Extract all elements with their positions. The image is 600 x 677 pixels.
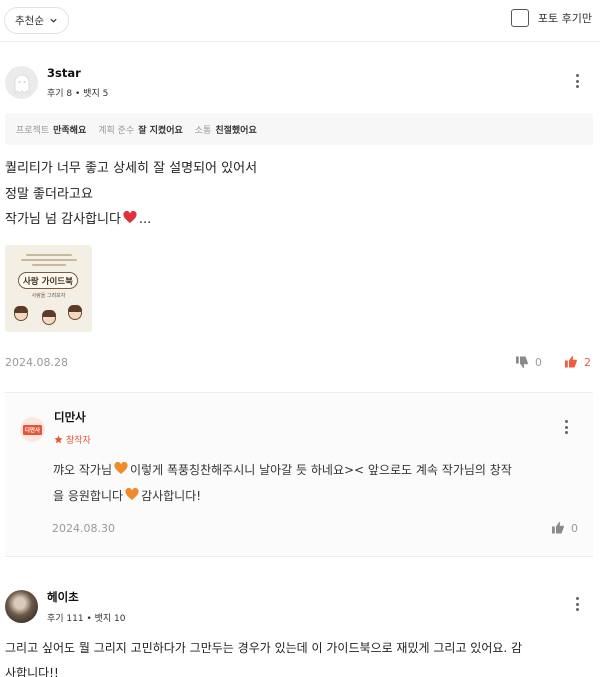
heart-icon [114,462,128,474]
review-body-line: 작가님 넘 감사합니다... [5,211,152,227]
photo-illustration [10,304,87,330]
reply-like-button[interactable]: 0 [551,521,578,535]
more-vertical-icon [564,420,568,423]
review-photo-thumbnail[interactable]: 사랑 가이드북 사랑을 그려보자 [5,245,92,332]
reply-body-line: 을 응원합니다 감사합니다! [53,487,202,503]
reply-like-count: 0 [571,521,578,535]
thumbs-down-icon [516,356,528,368]
avatar[interactable] [5,66,38,99]
review-ratings: 프로젝트 만족해요 계획 준수 잘 지켰어요 소통 친절했어요 [5,113,593,145]
review-meta: 2024.08.28 0 2 [5,355,593,373]
more-options-button[interactable] [572,71,582,91]
rating-item: 계획 준수 잘 지켰어요 [98,125,183,136]
review-author-name[interactable]: 3star [47,66,108,80]
photo-only-checkbox[interactable] [510,9,529,27]
rating-item: 프로젝트 만족해요 [16,125,87,136]
photo-title: 사랑 가이드북 [18,272,78,289]
reply-more-options-button[interactable] [561,417,571,437]
reply-date: 2024.08.30 [52,522,115,535]
star-icon [54,435,63,444]
sort-label: 추천순 [15,15,44,27]
dislike-count: 0 [535,355,542,369]
review-body: 퀄리티가 너무 좋고 상세히 잘 설명되어 있어서 정말 좋더라고요 작가님 넘… [5,156,593,233]
heart-icon [123,211,137,223]
review-author-stats: 후기 111 • 뱃지 10 [47,614,126,624]
review-body-line: 정말 좋더라고요 [5,186,93,202]
review-votes: 0 2 [515,355,591,369]
reply-body: 꺄오 작가님 이렇게 폭풍칭찬해주시니 날아갈 듯 하네요>< 앞으로도 계속 작… [53,458,583,509]
reply-body-line: 꺄오 작가님 이렇게 폭풍칭찬해주시니 날아갈 듯 하네요>< 앞으로도 계속 작… [53,462,512,477]
more-options-button[interactable] [572,594,582,614]
default-avatar-icon [14,74,29,94]
creator-reply: 디만사 디만사 창작자 꺄오 작가님 이렇게 폭풍칭찬해주시니 날아갈 듯 하네요… [5,392,593,557]
chevron-down-icon [50,18,57,23]
creator-badge: 창작자 [54,433,91,446]
reply-meta: 2024.08.30 0 [52,521,580,539]
review-body-line: 그리고 싶어도 뭘 그리지 고민하다가 그만두는 경우가 있는데 이 가이드북으… [5,641,523,655]
thumbs-up-icon [552,522,564,534]
divider [0,41,600,42]
reply-author-header: 디만사 디만사 창작자 [20,409,91,446]
rating-item: 소통 친절했어요 [194,125,257,136]
heart-icon [125,487,139,500]
thumbs-up-icon [565,356,577,368]
reply-votes: 0 [551,521,578,535]
review-author-header: 3star 후기 8 • 뱃지 5 [5,66,108,99]
reply-author-name[interactable]: 디만사 [54,409,91,425]
avatar[interactable] [5,590,38,623]
photo-only-label: 포토 후기만 [537,12,592,25]
photo-decoration [20,251,78,267]
photo-only-filter[interactable]: 포토 후기만 [510,9,592,27]
photo-caption: 사랑을 그려보자 [31,293,66,299]
review-body-line: 사합니다!! [5,666,59,677]
like-button[interactable]: 2 [564,355,591,369]
review-toolbar: 추천순 포토 후기만 [0,0,600,42]
more-vertical-icon [575,74,579,77]
dislike-button[interactable]: 0 [515,355,542,369]
review-body: 그리고 싶어도 뭘 그리지 고민하다가 그만두는 경우가 있는데 이 가이드북으… [5,636,593,677]
review-author-stats: 후기 8 • 뱃지 5 [47,89,109,99]
like-count: 2 [584,355,591,369]
more-vertical-icon [575,597,579,600]
creator-logo[interactable]: 디만사 [20,417,45,442]
review-author-name[interactable]: 헤이초 [47,589,126,605]
review-author-header: 헤이초 후기 111 • 뱃지 10 [5,589,126,624]
review-date: 2024.08.28 [5,356,68,369]
sort-dropdown[interactable]: 추천순 [4,7,69,34]
review-body-line: 퀄리티가 너무 좋고 상세히 잘 설명되어 있어서 [5,161,258,176]
